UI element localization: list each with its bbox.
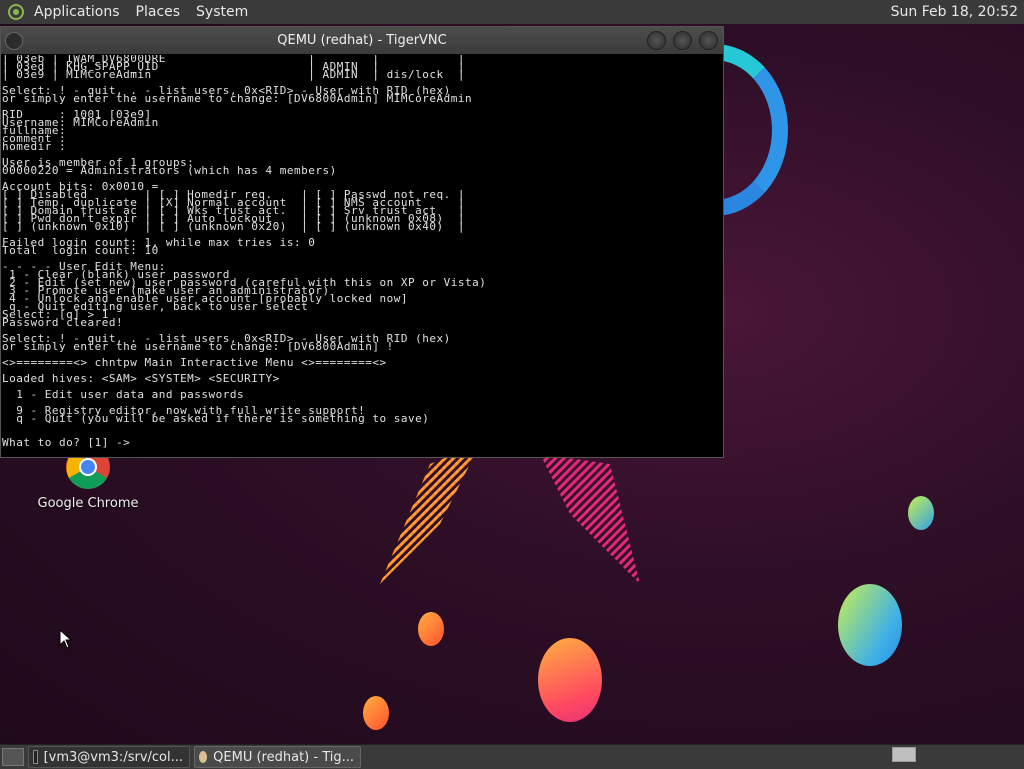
minimize-button[interactable] — [647, 31, 666, 50]
terminal-line: Total login count: 10 — [2, 244, 159, 257]
terminal-line: Username: MIMCoreAdmin — [2, 116, 159, 129]
taskbar-item-label: QEMU (redhat) - Tig... — [213, 749, 354, 765]
distro-logo-icon[interactable] — [8, 4, 24, 20]
taskbar-item-tigervnc[interactable]: QEMU (redhat) - Tig... — [194, 746, 361, 768]
terminal-line: homedir : — [2, 140, 67, 153]
terminal-line: Loaded hives: <SAM> <SYSTEM> <SECURITY> — [2, 372, 280, 385]
terminal-line: or simply enter the username to change: … — [2, 92, 473, 105]
terminal-line: or simply enter the username to change: … — [2, 340, 394, 353]
wallpaper-bubble — [908, 496, 934, 530]
terminal-line: 00000220 = Administrators (which has 4 m… — [2, 164, 337, 177]
mouse-pointer-icon — [59, 629, 73, 649]
clock[interactable]: Sun Feb 18, 20:52 — [891, 4, 1024, 20]
menu-places[interactable]: Places — [128, 0, 189, 24]
menu-system[interactable]: System — [188, 0, 256, 24]
terminal-line: q - Quit (you will be asked if there is … — [2, 412, 430, 425]
terminal-line: 1 - Edit user data and passwords — [2, 388, 245, 401]
terminal-line: [ ] (unknown 0x10) | [ ] (unknown 0x20) … — [2, 220, 465, 233]
menu-applications[interactable]: Applications — [26, 0, 128, 24]
terminal-line: | 03e9 | MIMCoreAdmin | ADMIN | dis/lock… — [2, 68, 465, 81]
wallpaper-bubble — [838, 584, 902, 666]
taskbar-item-terminal[interactable]: [vm3@vm3:/srv/col... — [28, 746, 190, 768]
show-desktop-button[interactable] — [2, 748, 24, 766]
terminal-line: Password cleared! — [2, 316, 124, 329]
terminal-icon — [33, 750, 38, 764]
terminal-line: What to do? [1] -> — [2, 436, 131, 449]
terminal-line: comment : — [2, 132, 67, 145]
terminal-line: <>========<> chntpw Main Interactive Men… — [2, 356, 387, 369]
close-button[interactable] — [699, 31, 718, 50]
terminal-output[interactable]: | 03eb | IWAM_DV6800DRE | | | | 03ed | KH… — [1, 55, 722, 456]
window-titlebar[interactable]: QEMU (redhat) - TigerVNC — [1, 27, 723, 54]
window-menu-icon[interactable] — [5, 32, 23, 50]
wallpaper-bubble — [363, 696, 389, 730]
top-panel: Applications Places System Sun Feb 18, 2… — [0, 0, 1024, 25]
maximize-button[interactable] — [673, 31, 692, 50]
bottom-taskbar: [vm3@vm3:/srv/col... QEMU (redhat) - Tig… — [0, 744, 1024, 769]
wallpaper-bubble — [538, 638, 602, 722]
taskbar-item-label: [vm3@vm3:/srv/col... — [43, 749, 183, 765]
wallpaper-bubble — [418, 612, 444, 646]
desktop-icon-label: Google Chrome — [37, 496, 139, 511]
vnc-window[interactable]: QEMU (redhat) - TigerVNC | 03eb | IWAM_D… — [0, 26, 724, 458]
window-title: QEMU (redhat) - TigerVNC — [277, 33, 447, 48]
workspace-switcher[interactable] — [892, 747, 916, 762]
tigervnc-icon — [199, 751, 208, 763]
